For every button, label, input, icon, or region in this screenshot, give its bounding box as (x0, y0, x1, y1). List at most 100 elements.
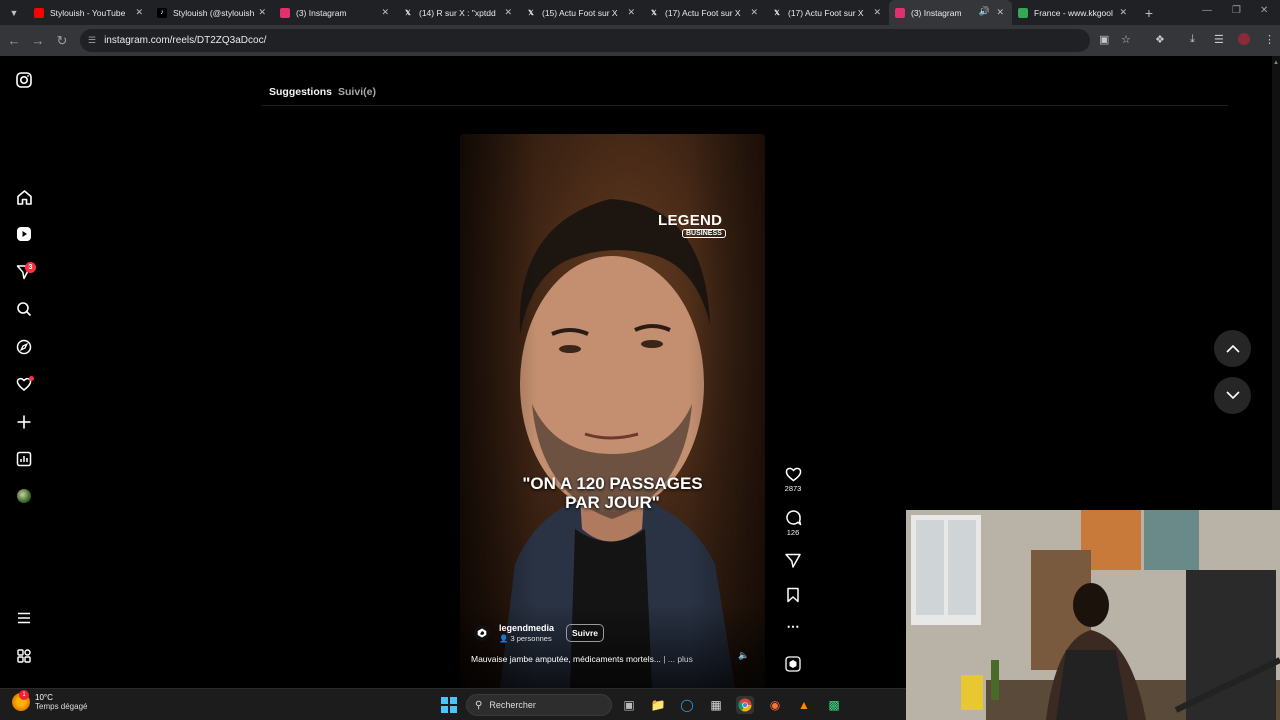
tab-close-icon[interactable]: ✕ (504, 7, 512, 18)
android-app-icon[interactable]: ▩ (825, 696, 843, 714)
browser-tab[interactable]: France - www.kkgool ✕ (1012, 0, 1135, 25)
minimize-button[interactable]: — (1202, 5, 1212, 16)
comment-icon[interactable] (785, 509, 802, 526)
forward-button[interactable]: → (26, 33, 50, 48)
tab-title: (17) Actu Foot sur X (788, 7, 864, 18)
explore-icon[interactable] (14, 337, 34, 357)
bookmark-icon[interactable] (786, 587, 800, 603)
windows-start-icon[interactable] (441, 697, 457, 713)
caption-line-2: PAR JOUR" (565, 493, 660, 512)
create-plus-icon[interactable] (14, 412, 34, 432)
x-icon: 𝕏 (651, 9, 657, 17)
firefox-icon[interactable]: ◉ (766, 696, 784, 714)
browser-tab[interactable]: 𝕏 (15) Actu Foot sur X ✕ (520, 0, 643, 25)
scroll-up-arrow-icon[interactable]: ▲ (1273, 60, 1279, 66)
chevron-up-icon (1225, 344, 1240, 353)
instagram-icon (280, 7, 290, 18)
save-action[interactable] (781, 587, 805, 603)
tab-close-icon[interactable]: ✕ (750, 7, 758, 18)
reload-button[interactable]: ↻ (50, 33, 74, 49)
author-name[interactable]: legendmedia (499, 623, 554, 633)
cast-icon[interactable]: ▣ (1099, 33, 1109, 46)
audio-track-icon[interactable] (781, 656, 805, 672)
reel-video[interactable]: LEGEND BUSINESS "ON A 120 PASSAGES PAR J… (460, 134, 765, 688)
tab-title: Stylouish (@stylouish (173, 7, 255, 18)
author-avatar[interactable] (474, 625, 490, 641)
tab-close-icon[interactable]: ✕ (258, 7, 266, 18)
previous-reel-button[interactable] (1214, 330, 1251, 367)
share-icon[interactable] (785, 553, 801, 568)
browser-tab[interactable]: 𝕏 (17) Actu Foot sur X ✕ (766, 0, 889, 25)
tab-title: (15) Actu Foot sur X (542, 7, 618, 18)
tab-close-icon[interactable]: ✕ (1119, 7, 1127, 18)
chrome-icon[interactable] (736, 696, 754, 714)
url-field[interactable]: ☰ instagram.com/reels/DT2ZQ3aDcoc/ (80, 29, 1090, 52)
profile-avatar[interactable] (1238, 33, 1250, 45)
instagram-logo-icon[interactable] (14, 70, 34, 90)
tab-suggestions[interactable]: Suggestions (269, 86, 332, 98)
new-tab-button[interactable]: + (1139, 5, 1159, 21)
tab-close-icon[interactable]: ✕ (135, 7, 143, 18)
task-view-icon[interactable]: ▣ (620, 696, 638, 714)
follow-button[interactable]: Suivre (566, 624, 605, 642)
temperature: 10°C (35, 693, 53, 702)
messages-badge: 3 (25, 262, 36, 273)
browser-tab[interactable]: (3) Instagram ✕ 🔊 (889, 0, 1012, 25)
reel-caption: "ON A 120 PASSAGES PAR JOUR" (490, 474, 735, 512)
download-icon[interactable]: ⤓ (1190, 33, 1195, 46)
chevron-down-icon (1225, 391, 1240, 400)
restore-button[interactable]: ❐ (1232, 5, 1241, 16)
windows-taskbar: 1 10°C Temps dégagé ⚲ Rechercher ▣ 📁 ◯ ▦… (0, 688, 906, 720)
media-control-icon[interactable]: ☰ (1214, 33, 1224, 46)
tab-following[interactable]: Suivi(e) (338, 86, 376, 98)
browser-tab[interactable]: 𝕏 (17) Actu Foot sur X ✕ (643, 0, 766, 25)
dashboard-icon[interactable] (14, 449, 34, 469)
tab-audio-icon[interactable]: 🔊 (979, 6, 990, 17)
extensions-icon[interactable]: ❖ (1155, 33, 1165, 46)
share-action[interactable] (781, 553, 805, 568)
browser-tab[interactable]: Stylouish - YouTube ✕ (28, 0, 151, 25)
file-explorer-icon[interactable]: 📁 (649, 696, 667, 714)
feed-tabs-divider (262, 105, 1228, 106)
instagram-icon (895, 7, 905, 18)
browser-tab[interactable]: ♪ Stylouish (@stylouish ✕ (151, 0, 274, 25)
close-window-button[interactable]: ✕ (1260, 5, 1268, 16)
more-options-icon[interactable]: ⋯ (781, 619, 805, 635)
taskbar-search[interactable]: ⚲ Rechercher (466, 694, 612, 716)
edge-icon[interactable]: ◯ (678, 696, 696, 714)
bookmark-star-icon[interactable]: ☆ (1121, 33, 1131, 46)
browser-tab[interactable]: 𝕏 (14) R sur X : "xptdd ✕ (397, 0, 520, 25)
profile-avatar-icon[interactable] (17, 489, 31, 503)
like-count: 2873 (784, 484, 802, 493)
collab-count[interactable]: 👤 3 personnes (499, 634, 554, 643)
reels-icon[interactable] (14, 224, 34, 244)
tab-close-icon[interactable]: ✕ (996, 7, 1004, 18)
tab-close-icon[interactable]: ✕ (381, 7, 389, 18)
more-menu-icon[interactable] (14, 608, 34, 628)
vlc-icon[interactable]: ▲ (795, 696, 813, 714)
like-heart-icon[interactable] (785, 466, 802, 482)
browser-menu-icon[interactable]: ⋮ (1264, 33, 1275, 46)
also-from-meta-icon[interactable] (14, 646, 34, 666)
like-action[interactable]: 2873 (781, 466, 805, 493)
weather-status: Temps dégagé (35, 702, 88, 711)
tab-title: (3) Instagram (296, 7, 347, 18)
tab-search-button[interactable]: ▼ (0, 0, 28, 25)
browser-tab-strip: ▼ Stylouish - YouTube ✕ ♪ Stylouish (@stylo… (0, 0, 1280, 25)
home-icon[interactable] (14, 187, 34, 207)
feed-tabs: Suggestions Suivi(e) (269, 86, 376, 98)
store-icon[interactable]: ▦ (707, 696, 725, 714)
back-button[interactable]: ← (2, 33, 26, 48)
browser-tab[interactable]: (3) Instagram ✕ (274, 0, 397, 25)
site-info-icon[interactable]: ☰ (88, 35, 96, 46)
tab-title: (17) Actu Foot sur X (665, 7, 741, 18)
next-reel-button[interactable] (1214, 377, 1251, 414)
audio-icon[interactable]: 🔈 (738, 650, 749, 661)
comment-action[interactable]: 126 (781, 509, 805, 537)
search-icon[interactable] (14, 299, 34, 319)
tab-close-icon[interactable]: ✕ (627, 7, 635, 18)
weather-widget[interactable]: 1 10°C Temps dégagé (12, 690, 88, 711)
tab-close-icon[interactable]: ✕ (873, 7, 881, 18)
more-link[interactable]: | ... plus (663, 654, 693, 664)
address-bar-row: ← → ↻ ☰ instagram.com/reels/DT2ZQ3aDcoc/ (0, 25, 1280, 56)
